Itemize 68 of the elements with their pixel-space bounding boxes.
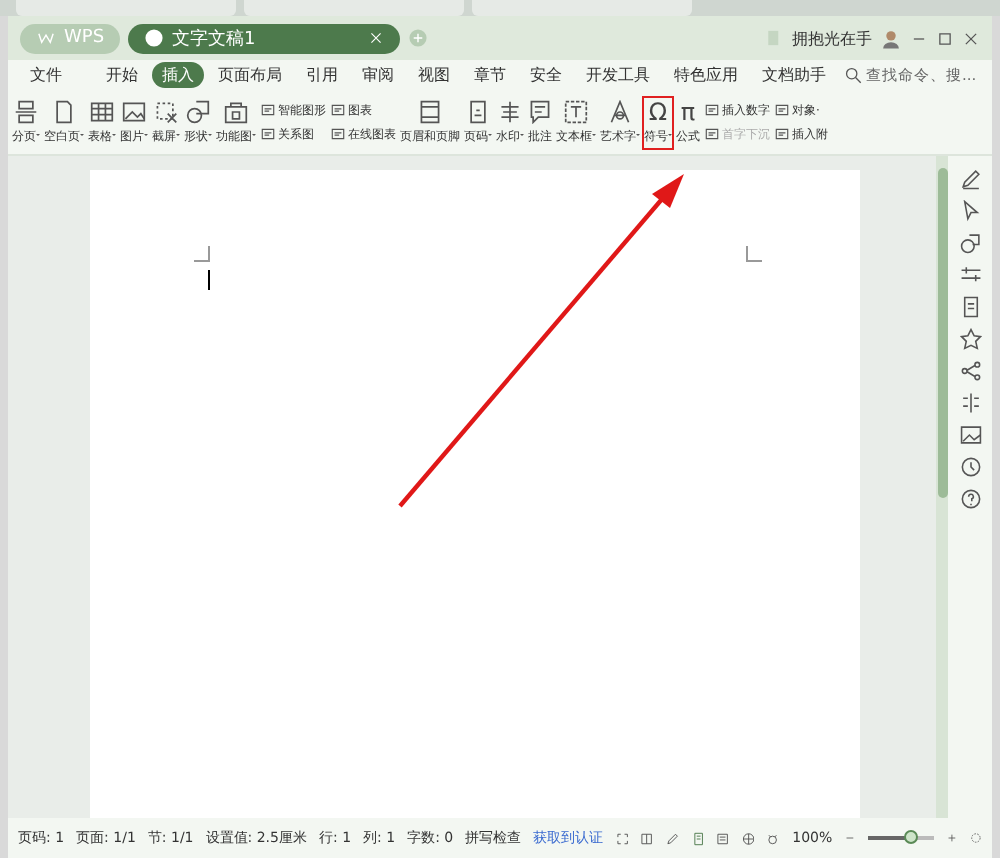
menu-tab[interactable]: 开始 [96,62,148,88]
shapes-icon [959,232,981,254]
split-icon [959,392,981,414]
fullscreen-icon [615,829,629,847]
text-cursor [208,270,210,290]
page-break-icon [14,99,38,123]
menu-tab[interactable]: 开发工具 [576,62,660,88]
diagram-icon [704,126,720,142]
close-icon [962,29,980,47]
table-icon [90,99,114,123]
pen-icon [665,829,680,847]
comment-icon [528,99,552,123]
cursor-icon [959,200,981,222]
image-icon [122,99,146,123]
watermark-icon [498,99,522,123]
blank-page-icon [52,99,76,123]
header-footer-icon [418,99,442,123]
shapes-icon [186,99,210,123]
menu-tab[interactable]: 特色应用 [664,62,748,88]
crop-icon [154,99,178,123]
file-menu[interactable]: 文件 [20,62,72,88]
document-tab[interactable]: 文字文稿1 [128,23,401,53]
document-page[interactable] [90,170,860,818]
share-icon [959,360,981,382]
slider-thumb[interactable] [903,830,918,844]
pencil-icon [959,168,981,190]
fit-icon [970,830,983,846]
avatar-icon [880,27,902,49]
menu-tab[interactable]: 文档助手 [752,62,836,88]
symbol-glyph: Ω [648,99,668,123]
toolbox-icon [224,99,248,123]
outline-icon [716,829,730,847]
search-icon [844,66,862,84]
diagram-icon [330,102,346,118]
menu-tab[interactable]: 安全 [520,62,572,88]
menu-tab[interactable]: 审阅 [352,62,404,88]
maximize-icon [936,29,954,47]
user-name[interactable]: 拥抱光在手 [792,27,872,49]
diagram-icon [260,126,276,142]
close-icon [368,30,385,46]
scrollbar-thumb[interactable] [937,168,947,498]
web-icon [741,829,755,847]
menu-tab[interactable]: 章节 [464,62,516,88]
logo-icon [36,28,56,48]
menu-tab[interactable]: 页面布局 [208,62,292,88]
book-icon [640,829,654,847]
sliders-icon [959,264,981,286]
page-view-icon [691,829,705,847]
star-icon [959,328,981,350]
diagram-icon [330,126,346,142]
corner-mark [194,246,210,262]
zoom-in-icon [946,830,959,846]
symbol-glyph: π [680,99,696,123]
menu-tab[interactable]: 引用 [296,62,348,88]
diagram-icon [260,102,276,118]
history-icon [959,456,981,478]
menu-tab[interactable]: 插入 [152,62,204,88]
diagram-icon [704,102,720,118]
diagram-icon [774,126,790,142]
diagram-icon [774,102,790,118]
text-box-icon [564,99,588,123]
help-icon [959,488,981,510]
image-icon [959,424,981,446]
corner-mark [746,246,762,262]
page-number-icon [466,99,490,123]
add-tab-icon [408,28,429,48]
menu-tab[interactable]: 视图 [408,62,460,88]
art-text-icon [608,99,632,123]
